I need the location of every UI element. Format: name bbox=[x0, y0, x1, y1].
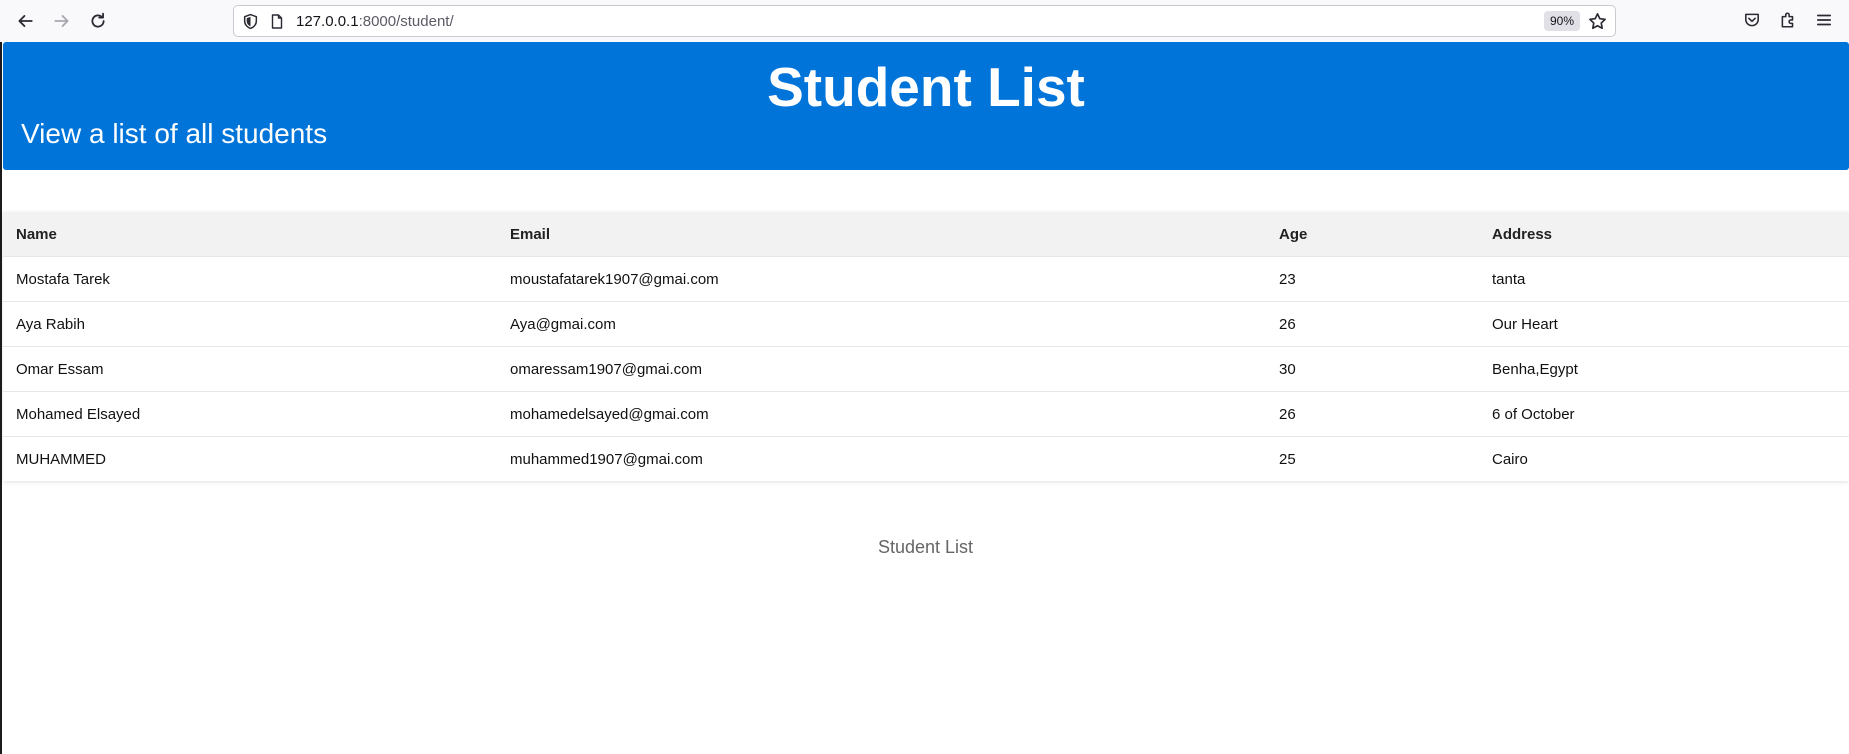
cell-name: MUHAMMED bbox=[3, 436, 497, 481]
reload-button[interactable] bbox=[84, 7, 112, 35]
cell-email: omaressam1907@gmai.com bbox=[497, 346, 1266, 392]
column-header-name: Name bbox=[3, 212, 497, 257]
table-row: Mohamed Elsayed mohamedelsayed@gmai.com … bbox=[3, 391, 1849, 437]
cell-address: Cairo bbox=[1479, 436, 1849, 481]
url-bar[interactable]: 127.0.0.1:8000/student/ 90% bbox=[233, 5, 1616, 37]
page-subtitle: View a list of all students bbox=[21, 118, 328, 149]
cell-email: muhammed1907@gmai.com bbox=[497, 436, 1266, 481]
cell-address: tanta bbox=[1479, 256, 1849, 302]
cell-name: Mostafa Tarek bbox=[3, 256, 497, 302]
browser-toolbar: 127.0.0.1:8000/student/ 90% bbox=[0, 0, 1849, 42]
table-row: MUHAMMED muhammed1907@gmai.com 25 Cairo bbox=[3, 436, 1849, 481]
table-header-row: Name Email Age Address bbox=[3, 212, 1849, 257]
cell-age: 26 bbox=[1266, 391, 1479, 437]
cell-age: 30 bbox=[1266, 346, 1479, 392]
column-header-address: Address bbox=[1479, 212, 1849, 257]
cell-address: Our Heart bbox=[1479, 301, 1849, 347]
page-header: Student List View a list of all students bbox=[3, 42, 1849, 170]
extensions-button[interactable] bbox=[1777, 9, 1799, 31]
page-footer: Student List bbox=[877, 537, 974, 557]
cell-age: 26 bbox=[1266, 301, 1479, 347]
pocket-button[interactable] bbox=[1741, 9, 1763, 31]
table-row: Omar Essam omaressam1907@gmai.com 30 Ben… bbox=[3, 346, 1849, 392]
url-path: :8000/student/ bbox=[358, 13, 454, 30]
url-text[interactable]: 127.0.0.1:8000/student/ bbox=[296, 13, 454, 31]
pocket-icon bbox=[1745, 13, 1759, 27]
column-header-email: Email bbox=[497, 212, 1266, 257]
hamburger-menu-icon bbox=[1816, 14, 1832, 26]
reload-icon bbox=[91, 12, 105, 28]
cell-age: 25 bbox=[1266, 436, 1479, 481]
shield-icon[interactable] bbox=[242, 13, 259, 30]
cell-age: 23 bbox=[1266, 256, 1479, 302]
back-button[interactable] bbox=[11, 7, 39, 35]
star-icon[interactable] bbox=[1588, 12, 1607, 31]
forward-arrow-icon bbox=[54, 15, 69, 27]
zoom-level-badge[interactable]: 90% bbox=[1544, 11, 1581, 31]
page-icon[interactable] bbox=[269, 13, 285, 30]
cell-address: Benha,Egypt bbox=[1479, 346, 1849, 392]
extensions-icon bbox=[1781, 12, 1794, 28]
forward-button[interactable] bbox=[48, 7, 76, 35]
url-host: 127.0.0.1 bbox=[296, 13, 359, 30]
cell-name: Omar Essam bbox=[3, 346, 497, 392]
app-menu-button[interactable] bbox=[1813, 9, 1835, 31]
cell-email: Aya@gmai.com bbox=[497, 301, 1266, 347]
student-table: Name Email Age Address Mostafa Tarek mou… bbox=[3, 212, 1849, 481]
table-row: Mostafa Tarek moustafatarek1907@gmai.com… bbox=[3, 256, 1849, 302]
cell-email: mohamedelsayed@gmai.com bbox=[497, 391, 1266, 437]
table-row: Aya Rabih Aya@gmai.com 26 Our Heart bbox=[3, 301, 1849, 347]
back-arrow-icon bbox=[18, 15, 33, 27]
student-table-container: Name Email Age Address Mostafa Tarek mou… bbox=[3, 212, 1849, 481]
cell-name: Mohamed Elsayed bbox=[3, 391, 497, 437]
cell-email: moustafatarek1907@gmai.com bbox=[497, 256, 1266, 302]
cell-address: 6 of October bbox=[1479, 391, 1849, 437]
page-title: Student List bbox=[767, 56, 1085, 118]
cell-name: Aya Rabih bbox=[3, 301, 497, 347]
column-header-age: Age bbox=[1266, 212, 1479, 257]
page-viewport: Student List View a list of all students… bbox=[0, 42, 1849, 754]
